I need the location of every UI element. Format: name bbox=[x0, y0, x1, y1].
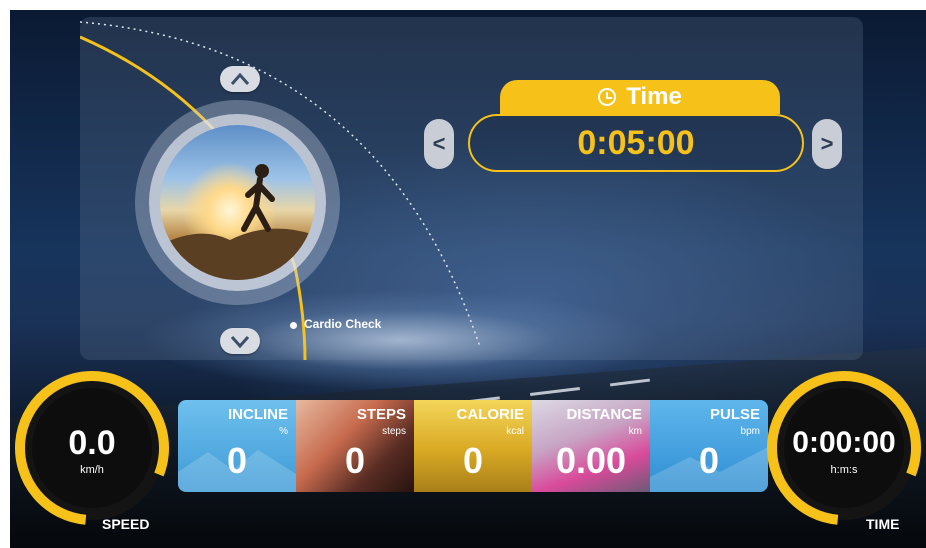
pulse-value: 0 bbox=[698, 440, 720, 481]
distance-title: DISTANCE bbox=[566, 406, 642, 423]
speed-unit: km/h bbox=[80, 464, 104, 476]
treadmill-screen: Cardio Check Time < 0:05:00 > 0.0 km/h S… bbox=[10, 10, 926, 548]
distance-unit: km bbox=[628, 426, 642, 437]
stats-tiles: INCLINE % 0 STEPS steps 0 CALORIE kcal 0… bbox=[178, 400, 768, 492]
steps-tile[interactable]: STEPS steps 0 bbox=[296, 400, 414, 492]
chevron-up-icon bbox=[230, 72, 250, 85]
time-gauge-unit: h:m:s bbox=[830, 464, 858, 476]
calorie-title: CALORIE bbox=[456, 406, 525, 423]
clock-icon bbox=[598, 88, 617, 106]
speed-gauge: 0.0 km/h bbox=[12, 368, 172, 528]
pulse-title: PULSE bbox=[709, 406, 760, 423]
steps-value: 0 bbox=[344, 440, 366, 481]
pulse-unit: bpm bbox=[740, 426, 760, 437]
incline-value: 0 bbox=[226, 440, 248, 481]
time-gauge: 0:00:00 h:m:s bbox=[764, 368, 924, 528]
time-gauge-label: TIME bbox=[866, 516, 900, 532]
distance-tile[interactable]: DISTANCE km 0.00 bbox=[532, 400, 650, 492]
incline-title: INCLINE bbox=[228, 406, 288, 423]
runner-icon bbox=[160, 164, 315, 280]
time-setting-value: 0:05:00 bbox=[468, 114, 804, 172]
pulse-tile[interactable]: PULSE bpm 0 bbox=[650, 400, 768, 492]
program-up-button[interactable] bbox=[220, 66, 260, 92]
cardio-check-marker bbox=[290, 322, 297, 329]
calorie-unit: kcal bbox=[506, 426, 524, 437]
speed-label: SPEED bbox=[102, 516, 150, 532]
cardio-check-label[interactable]: Cardio Check bbox=[304, 317, 381, 331]
time-setting-title: Time bbox=[626, 83, 682, 110]
calorie-tile[interactable]: CALORIE kcal 0 bbox=[414, 400, 532, 492]
program-down-button[interactable] bbox=[220, 328, 260, 354]
incline-unit: % bbox=[279, 426, 288, 437]
time-setting-tab: Time bbox=[500, 80, 780, 114]
time-gauge-value: 0:00:00 bbox=[792, 426, 896, 459]
time-decrease-button[interactable]: < bbox=[424, 119, 454, 169]
steps-unit: steps bbox=[382, 426, 406, 437]
speed-value: 0.0 bbox=[68, 424, 116, 462]
calorie-value: 0 bbox=[462, 440, 484, 481]
chevron-down-icon bbox=[230, 336, 250, 348]
incline-tile[interactable]: INCLINE % 0 bbox=[178, 400, 296, 492]
steps-title: STEPS bbox=[356, 406, 406, 423]
program-image[interactable] bbox=[160, 125, 315, 280]
distance-value: 0.00 bbox=[555, 440, 627, 481]
time-increase-button[interactable]: > bbox=[812, 119, 842, 169]
